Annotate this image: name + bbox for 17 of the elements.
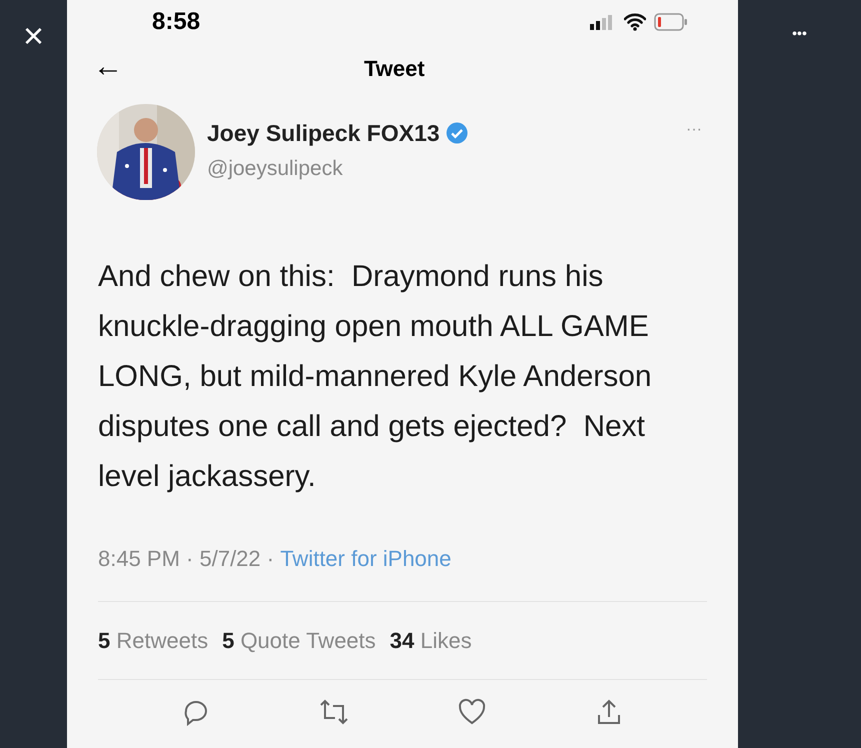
retweet-icon[interactable] bbox=[318, 698, 349, 726]
page-title: Tweet bbox=[364, 55, 425, 83]
wifi-icon bbox=[624, 13, 646, 31]
tweet-timestamp: 8:45 PM · 5/7/22 · bbox=[98, 545, 276, 573]
like-icon[interactable] bbox=[458, 698, 486, 726]
author-name[interactable]: Joey Sulipeck FOX13 bbox=[207, 116, 440, 150]
author-handle: @joeysulipeck bbox=[207, 156, 344, 182]
reply-icon[interactable] bbox=[182, 698, 210, 726]
stat-count[interactable]: 5 Retweets bbox=[98, 624, 208, 657]
close-button[interactable]: × bbox=[22, 18, 44, 54]
stat-count[interactable]: 34 Likes bbox=[390, 624, 472, 657]
more-button[interactable]: ••• bbox=[792, 26, 807, 40]
battery-icon bbox=[654, 13, 688, 31]
tweet-text: And chew on this: Draymond runs his knuckle-dragging open mouth ALL GAME LONG, but mild-mannered Kyle Anderson disputes one call and gets ejected? Next level jackassery. bbox=[98, 259, 653, 495]
back-button[interactable]: ← bbox=[93, 52, 123, 82]
stat-count[interactable]: 5 Quote Tweets bbox=[222, 624, 376, 657]
status-time: 8:58 bbox=[152, 7, 200, 37]
